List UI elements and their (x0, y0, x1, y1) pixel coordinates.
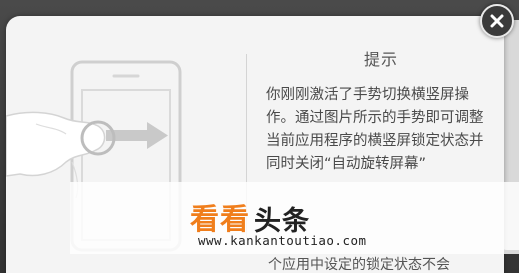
dialog-message-continued: 个应用中设定的锁定状态不会 (268, 257, 450, 273)
dialog-message: 你刚刚激活了手势切换横竖屏操作。通过图片所示的手势即可调整当前应用程序的横竖屏锁… (266, 87, 484, 172)
watermark-logo: 看看 头条 (190, 196, 310, 238)
close-icon (490, 14, 504, 28)
screen: 提示 你刚刚激活了手势切换横竖屏操作。通过图片所示的手势即可调整当前应用程序的横… (0, 0, 519, 273)
close-button[interactable] (480, 4, 514, 38)
watermark-brand-orange: 看看 (190, 202, 251, 236)
dialog-title: 提示 (363, 50, 398, 69)
tip-text-area: 提示 你刚刚激活了手势切换横竖屏操作。通过图片所示的手势即可调整当前应用程序的横… (266, 46, 496, 176)
watermark-url: www.kankantoutiao.com (198, 233, 367, 248)
